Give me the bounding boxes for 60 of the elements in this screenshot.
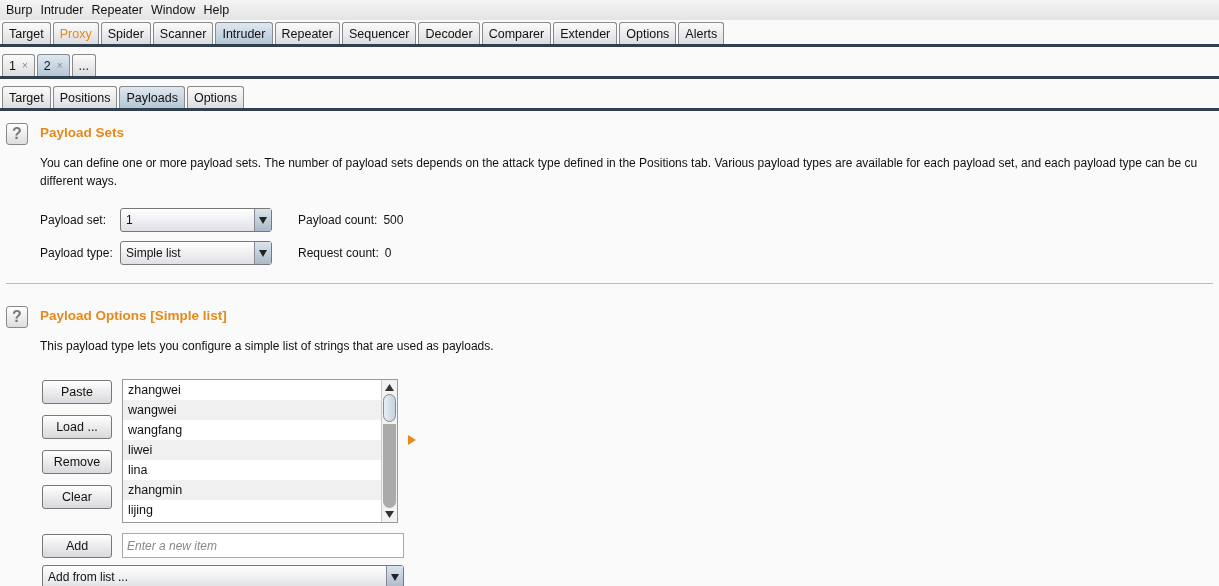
list-item[interactable]: zhangwei (123, 380, 381, 400)
list-item[interactable]: lina (123, 460, 381, 480)
list-action-button[interactable]: Clear (42, 485, 112, 509)
scroll-up-icon[interactable] (385, 383, 394, 392)
list-item[interactable]: lijing (123, 500, 381, 520)
payload-type-dropdown[interactable]: Simple list (120, 241, 272, 265)
tool-tab[interactable]: Spider (100, 22, 151, 44)
tool-tab[interactable]: Repeater (274, 22, 340, 44)
list-action-button[interactable]: Remove (42, 450, 112, 474)
attack-tab[interactable]: 1 × (2, 54, 35, 76)
caret-icon (259, 249, 267, 257)
field-label: Payload set: (40, 213, 108, 227)
description-text: different ways. (40, 173, 119, 190)
section-tab[interactable]: Payloads (119, 86, 185, 108)
tool-tab[interactable]: Options (619, 22, 677, 44)
menu-item[interactable]: Intruder (36, 3, 88, 17)
section-title: Payload Options [Simple list] (40, 308, 228, 323)
section-tab[interactable]: Target (2, 86, 51, 108)
help-button[interactable]: ? (6, 123, 28, 145)
attack-tab[interactable]: 2 × (36, 54, 70, 76)
list-item[interactable]: zhangmin (123, 480, 381, 500)
list-action-button[interactable]: Paste (42, 380, 112, 404)
new-item-field[interactable]: Enter a new item (122, 533, 404, 558)
tool-tab[interactable]: Extender (553, 22, 618, 44)
caret-icon (391, 573, 399, 581)
description-text: This payload type lets you configure a simple list of strings that are used as payloads. (40, 338, 495, 355)
count-value: 500 (383, 213, 404, 227)
help-button[interactable]: ? (6, 306, 28, 328)
section-tab[interactable]: Options (186, 86, 244, 108)
scroll-down-icon[interactable] (385, 510, 394, 519)
list-item[interactable]: wangwei (123, 400, 381, 420)
tool-tab[interactable]: Sequencer (341, 22, 417, 44)
attack-tab[interactable]: ... (71, 54, 96, 76)
list-item[interactable]: wangfang (123, 420, 381, 440)
tool-tab[interactable]: Decoder (418, 22, 480, 44)
scrollbar[interactable] (381, 380, 397, 522)
tool-tab[interactable]: Comparer (481, 22, 552, 44)
add-from-list-dropdown[interactable]: Add from list ... (42, 565, 404, 586)
add-button[interactable]: Add (42, 533, 112, 558)
payload-list[interactable]: zhangwei wangwei wangfang liwei lina zhangmin lijing (122, 379, 398, 523)
scrollbar-thumb[interactable] (383, 394, 396, 422)
menu-item[interactable]: Help (199, 3, 234, 17)
tool-tab[interactable]: Scanner (152, 22, 214, 44)
tool-tab[interactable]: Intruder (215, 22, 273, 44)
description-text: You can define one or more payload sets. The number of payload sets depends on the attack type defined in the Positions tab. Various payload types are available for each payload set, and each payload type can be cu (40, 155, 1199, 172)
field-label: Request count: (298, 246, 379, 260)
payload-set-dropdown[interactable]: 1 (120, 208, 272, 232)
tool-tab[interactable]: Alerts (678, 22, 725, 44)
count-value: 0 (384, 246, 392, 260)
section-tab[interactable]: Positions (52, 86, 118, 108)
list-action-button[interactable]: Load ... (42, 415, 112, 439)
section-title: Payload Sets (40, 125, 126, 140)
menu-item[interactable]: Repeater (87, 3, 147, 17)
caret-icon (259, 216, 267, 224)
menu-item[interactable]: Window (146, 3, 200, 17)
list-item[interactable]: liwei (123, 440, 381, 460)
field-label: Payload type: (40, 246, 114, 260)
menu-item[interactable]: Burp (2, 3, 37, 17)
field-label: Payload count: (298, 213, 378, 227)
tool-tab[interactable]: Target (2, 22, 51, 44)
